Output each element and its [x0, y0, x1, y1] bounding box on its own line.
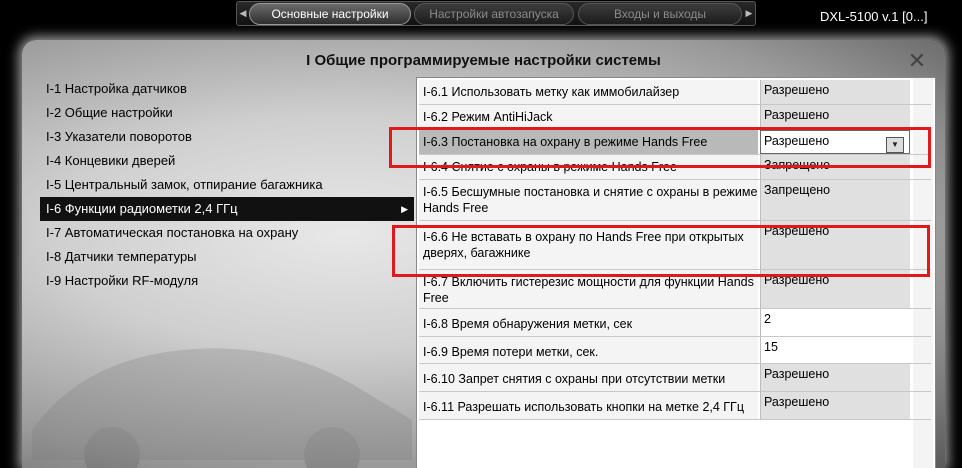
tab-main-settings[interactable]: Основные настройки	[249, 3, 411, 25]
close-icon[interactable]: ✕	[907, 50, 927, 72]
setting-name: I-6.9 Время потери метки, сек.	[419, 337, 758, 363]
settings-menu: I-1 Настройка датчиков I-2 Общие настрой…	[40, 77, 414, 293]
menu-item-door-switches[interactable]: I-4 Концевики дверей	[40, 149, 414, 173]
setting-value[interactable]: Разрешено	[760, 270, 910, 308]
tab-strip: ◀ Основные настройки Настройки автозапус…	[236, 1, 756, 26]
setting-row-6-6: I-6.6 Не вставать в охрану по Hands Free…	[419, 221, 931, 270]
setting-value[interactable]: Разрешено	[760, 392, 910, 419]
menu-item-rf-module[interactable]: I-9 Настройки RF-модуля	[40, 269, 414, 293]
settings-panel: I Общие программируемые настройки систем…	[22, 40, 945, 468]
car-background-image	[32, 348, 412, 468]
dropdown-selected-value: Разрешено	[764, 134, 830, 148]
setting-row-6-1: I-6.1 Использовать метку как иммобилайзе…	[419, 80, 931, 105]
setting-row-6-8: I-6.8 Время обнаружения метки, сек 2	[419, 309, 931, 337]
setting-value[interactable]: Запрещено	[760, 180, 910, 220]
settings-table: I-6.1 Использовать метку как иммобилайзе…	[416, 77, 936, 468]
tab-inputs-outputs[interactable]: Входы и выходы	[578, 3, 742, 25]
setting-name: I-6.10 Запрет снятия с охраны при отсутс…	[419, 364, 758, 391]
setting-row-6-11: I-6.11 Разрешать использовать кнопки на …	[419, 392, 931, 420]
tab-scroll-right-icon[interactable]: ▶	[744, 2, 754, 25]
setting-value[interactable]: Разрешено	[760, 105, 910, 129]
setting-row-6-7: I-6.7 Включить гистерезис мощности для ф…	[419, 270, 931, 309]
setting-name: I-6.11 Разрешать использовать кнопки на …	[419, 392, 758, 419]
setting-value[interactable]: Запрещено	[760, 155, 910, 179]
top-bar: ◀ Основные настройки Настройки автозапус…	[0, 0, 962, 30]
menu-item-radio-tag[interactable]: I-6 Функции радиометки 2,4 ГГц ▶	[40, 197, 414, 221]
setting-name: I-6.4 Снятие с охраны в режиме Hands Fre…	[419, 155, 758, 179]
chevron-right-icon: ▶	[401, 204, 408, 214]
setting-name: I-6.7 Включить гистерезис мощности для ф…	[419, 270, 758, 308]
setting-row-6-5: I-6.5 Бесшумные постановка и снятие с ох…	[419, 180, 931, 221]
setting-value[interactable]: Разрешено	[760, 221, 910, 269]
device-label: DXL-5100 v.1 [0...]	[820, 9, 928, 24]
setting-name: I-6.2 Режим AntiHiJack	[419, 105, 758, 129]
setting-value[interactable]: 15	[760, 337, 910, 363]
tab-scroll-left-icon[interactable]: ◀	[238, 2, 248, 25]
setting-row-6-9: I-6.9 Время потери метки, сек. 15	[419, 337, 931, 364]
setting-row-6-4: I-6.4 Снятие с охраны в режиме Hands Fre…	[419, 155, 931, 180]
setting-row-6-2: I-6.2 Режим AntiHiJack Разрешено	[419, 105, 931, 130]
setting-name: I-6.1 Использовать метку как иммобилайзе…	[419, 80, 758, 104]
setting-value-dropdown[interactable]: Разрешено ▼	[760, 130, 910, 154]
setting-value[interactable]: 2	[760, 309, 910, 336]
setting-name: I-6.8 Время обнаружения метки, сек	[419, 309, 758, 336]
panel-title: I Общие программируемые настройки систем…	[306, 52, 661, 69]
menu-item-temperature-sensors[interactable]: I-8 Датчики температуры	[40, 245, 414, 269]
setting-row-6-3: I-6.3 Постановка на охрану в режиме Hand…	[419, 130, 931, 155]
menu-item-general[interactable]: I-2 Общие настройки	[40, 101, 414, 125]
setting-name: I-6.5 Бесшумные постановка и снятие с ох…	[419, 180, 758, 220]
chevron-down-icon[interactable]: ▼	[886, 137, 904, 153]
setting-value[interactable]: Разрешено	[760, 80, 910, 104]
menu-item-central-lock[interactable]: I-5 Центральный замок, отпирание багажни…	[40, 173, 414, 197]
setting-name: I-6.3 Постановка на охрану в режиме Hand…	[419, 130, 758, 154]
menu-item-auto-arming[interactable]: I-7 Автоматическая постановка на охрану	[40, 221, 414, 245]
setting-value[interactable]: Разрешено	[760, 364, 910, 391]
setting-name: I-6.6 Не вставать в охрану по Hands Free…	[419, 221, 758, 269]
setting-row-6-10: I-6.10 Запрет снятия с охраны при отсутс…	[419, 364, 931, 392]
tab-autostart-settings[interactable]: Настройки автозапуска	[414, 3, 574, 25]
menu-item-sensors[interactable]: I-1 Настройка датчиков	[40, 77, 414, 101]
menu-item-turn-signals[interactable]: I-3 Указатели поворотов	[40, 125, 414, 149]
